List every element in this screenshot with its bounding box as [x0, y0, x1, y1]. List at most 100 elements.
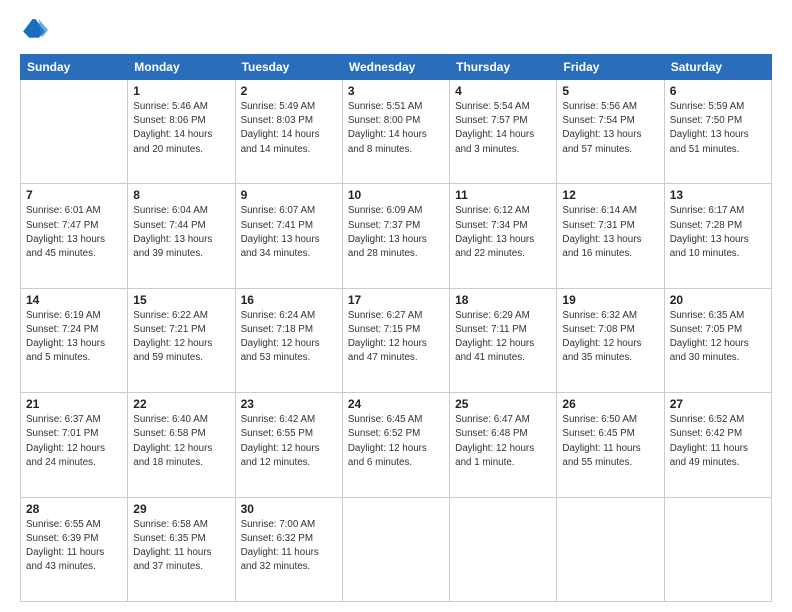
calendar-cell: 14 Sunrise: 6:19 AMSunset: 7:24 PMDayligh…: [21, 288, 128, 392]
calendar-cell: 27 Sunrise: 6:52 AMSunset: 6:42 PMDayligh…: [664, 393, 771, 497]
calendar-cell: 21Sunrise: 6:37 AMSunset: 7:01 PMDayligh…: [21, 393, 128, 497]
day-number: 23: [241, 397, 337, 411]
calendar-cell: 3 Sunrise: 5:51 AMSunset: 8:00 PMDaylight…: [342, 80, 449, 184]
day-number: 1: [133, 84, 229, 98]
calendar-cell: 22 Sunrise: 6:40 AMSunset: 6:58 PMDayligh…: [128, 393, 235, 497]
calendar-cell: 9 Sunrise: 6:07 AMSunset: 7:41 PMDaylight…: [235, 184, 342, 288]
col-header-wednesday: Wednesday: [342, 55, 449, 80]
day-number: 7: [26, 188, 122, 202]
day-info: Sunrise: 6:35 AMSunset: 7:05 PMDaylight:…: [670, 309, 766, 366]
calendar-cell: 12 Sunrise: 6:14 AMSunset: 7:31 PMDayligh…: [557, 184, 664, 288]
day-number: 12: [562, 188, 658, 202]
logo-icon: [20, 16, 48, 44]
day-info: Sunrise: 6:27 AMSunset: 7:15 PMDaylight:…: [348, 309, 444, 366]
day-info: Sunrise: 6:50 AMSunset: 6:45 PMDaylight:…: [562, 413, 658, 470]
day-info: Sunrise: 6:40 AMSunset: 6:58 PMDaylight:…: [133, 413, 229, 470]
day-info: Sunrise: 5:56 AMSunset: 7:54 PMDaylight:…: [562, 100, 658, 157]
day-info: Sunrise: 6:58 AMSunset: 6:35 PMDaylight:…: [133, 518, 229, 575]
day-info: Sunrise: 6:01 AMSunset: 7:47 PMDaylight:…: [26, 204, 122, 261]
calendar-cell: 17 Sunrise: 6:27 AMSunset: 7:15 PMDayligh…: [342, 288, 449, 392]
day-number: 27: [670, 397, 766, 411]
day-number: 28: [26, 502, 122, 516]
col-header-thursday: Thursday: [450, 55, 557, 80]
day-number: 29: [133, 502, 229, 516]
day-info: Sunrise: 6:22 AMSunset: 7:21 PMDaylight:…: [133, 309, 229, 366]
calendar-cell: 28 Sunrise: 6:55 AMSunset: 6:39 PMDayligh…: [21, 497, 128, 601]
day-info: Sunrise: 6:42 AMSunset: 6:55 PMDaylight:…: [241, 413, 337, 470]
day-info: Sunrise: 6:24 AMSunset: 7:18 PMDaylight:…: [241, 309, 337, 366]
calendar-cell: [450, 497, 557, 601]
calendar-cell: 25Sunrise: 6:47 AMSunset: 6:48 PMDayligh…: [450, 393, 557, 497]
header: [20, 16, 772, 44]
col-header-sunday: Sunday: [21, 55, 128, 80]
day-info: Sunrise: 6:07 AMSunset: 7:41 PMDaylight:…: [241, 204, 337, 261]
calendar-cell: 26Sunrise: 6:50 AMSunset: 6:45 PMDayligh…: [557, 393, 664, 497]
col-header-friday: Friday: [557, 55, 664, 80]
calendar-cell: 11 Sunrise: 6:12 AMSunset: 7:34 PMDayligh…: [450, 184, 557, 288]
day-info: Sunrise: 7:00 AMSunset: 6:32 PMDaylight:…: [241, 518, 337, 575]
calendar-cell: 29 Sunrise: 6:58 AMSunset: 6:35 PMDayligh…: [128, 497, 235, 601]
day-info: Sunrise: 6:47 AMSunset: 6:48 PMDaylight:…: [455, 413, 551, 470]
calendar-cell: [21, 80, 128, 184]
day-number: 10: [348, 188, 444, 202]
day-info: Sunrise: 6:04 AMSunset: 7:44 PMDaylight:…: [133, 204, 229, 261]
day-info: Sunrise: 6:45 AMSunset: 6:52 PMDaylight:…: [348, 413, 444, 470]
day-info: Sunrise: 6:52 AMSunset: 6:42 PMDaylight:…: [670, 413, 766, 470]
day-number: 18: [455, 293, 551, 307]
day-number: 17: [348, 293, 444, 307]
day-info: Sunrise: 6:55 AMSunset: 6:39 PMDaylight:…: [26, 518, 122, 575]
calendar-header-row: SundayMondayTuesdayWednesdayThursdayFrid…: [21, 55, 772, 80]
day-info: Sunrise: 6:14 AMSunset: 7:31 PMDaylight:…: [562, 204, 658, 261]
day-info: Sunrise: 6:37 AMSunset: 7:01 PMDaylight:…: [26, 413, 122, 470]
day-info: Sunrise: 6:29 AMSunset: 7:11 PMDaylight:…: [455, 309, 551, 366]
day-number: 3: [348, 84, 444, 98]
calendar-cell: 1 Sunrise: 5:46 AMSunset: 8:06 PMDaylight…: [128, 80, 235, 184]
calendar-cell: 23 Sunrise: 6:42 AMSunset: 6:55 PMDayligh…: [235, 393, 342, 497]
calendar-cell: [557, 497, 664, 601]
calendar-cell: 24Sunrise: 6:45 AMSunset: 6:52 PMDayligh…: [342, 393, 449, 497]
calendar-cell: 15 Sunrise: 6:22 AMSunset: 7:21 PMDayligh…: [128, 288, 235, 392]
day-number: 20: [670, 293, 766, 307]
week-row-1: 1 Sunrise: 5:46 AMSunset: 8:06 PMDaylight…: [21, 80, 772, 184]
logo: [20, 16, 52, 44]
week-row-4: 21Sunrise: 6:37 AMSunset: 7:01 PMDayligh…: [21, 393, 772, 497]
calendar-table: SundayMondayTuesdayWednesdayThursdayFrid…: [20, 54, 772, 602]
day-number: 14: [26, 293, 122, 307]
col-header-tuesday: Tuesday: [235, 55, 342, 80]
day-number: 5: [562, 84, 658, 98]
day-info: Sunrise: 6:19 AMSunset: 7:24 PMDaylight:…: [26, 309, 122, 366]
col-header-saturday: Saturday: [664, 55, 771, 80]
day-info: Sunrise: 6:32 AMSunset: 7:08 PMDaylight:…: [562, 309, 658, 366]
day-number: 2: [241, 84, 337, 98]
day-number: 19: [562, 293, 658, 307]
page: SundayMondayTuesdayWednesdayThursdayFrid…: [0, 0, 792, 612]
calendar-cell: 20 Sunrise: 6:35 AMSunset: 7:05 PMDayligh…: [664, 288, 771, 392]
day-info: Sunrise: 5:54 AMSunset: 7:57 PMDaylight:…: [455, 100, 551, 157]
day-info: Sunrise: 5:46 AMSunset: 8:06 PMDaylight:…: [133, 100, 229, 157]
day-number: 16: [241, 293, 337, 307]
calendar-cell: [664, 497, 771, 601]
calendar-cell: 16 Sunrise: 6:24 AMSunset: 7:18 PMDayligh…: [235, 288, 342, 392]
week-row-5: 28 Sunrise: 6:55 AMSunset: 6:39 PMDayligh…: [21, 497, 772, 601]
day-number: 11: [455, 188, 551, 202]
calendar-cell: 7 Sunrise: 6:01 AMSunset: 7:47 PMDaylight…: [21, 184, 128, 288]
day-number: 4: [455, 84, 551, 98]
calendar-cell: 10Sunrise: 6:09 AMSunset: 7:37 PMDayligh…: [342, 184, 449, 288]
calendar-cell: 2Sunrise: 5:49 AMSunset: 8:03 PMDaylight…: [235, 80, 342, 184]
day-number: 15: [133, 293, 229, 307]
day-number: 9: [241, 188, 337, 202]
calendar-cell: [342, 497, 449, 601]
calendar-cell: 4 Sunrise: 5:54 AMSunset: 7:57 PMDaylight…: [450, 80, 557, 184]
calendar-cell: 18 Sunrise: 6:29 AMSunset: 7:11 PMDayligh…: [450, 288, 557, 392]
day-number: 13: [670, 188, 766, 202]
day-info: Sunrise: 6:12 AMSunset: 7:34 PMDaylight:…: [455, 204, 551, 261]
calendar-cell: 5 Sunrise: 5:56 AMSunset: 7:54 PMDaylight…: [557, 80, 664, 184]
col-header-monday: Monday: [128, 55, 235, 80]
day-info: Sunrise: 5:51 AMSunset: 8:00 PMDaylight:…: [348, 100, 444, 157]
week-row-3: 14 Sunrise: 6:19 AMSunset: 7:24 PMDayligh…: [21, 288, 772, 392]
day-number: 6: [670, 84, 766, 98]
calendar-cell: 13 Sunrise: 6:17 AMSunset: 7:28 PMDayligh…: [664, 184, 771, 288]
week-row-2: 7 Sunrise: 6:01 AMSunset: 7:47 PMDaylight…: [21, 184, 772, 288]
day-info: Sunrise: 6:17 AMSunset: 7:28 PMDaylight:…: [670, 204, 766, 261]
day-number: 22: [133, 397, 229, 411]
